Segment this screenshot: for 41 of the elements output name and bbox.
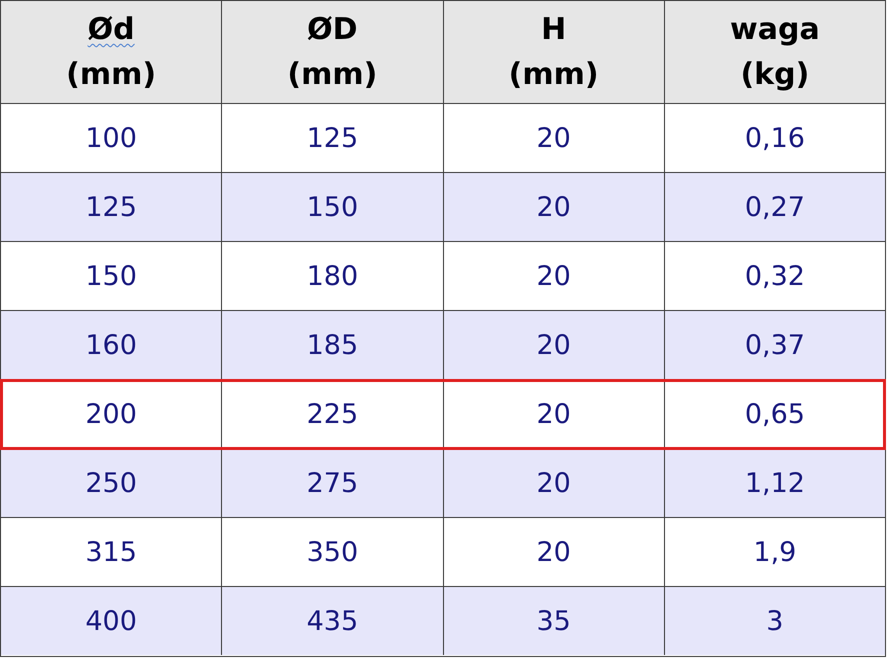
- column-header: ØD (mm): [222, 1, 444, 103]
- table-cell: 20: [444, 449, 665, 517]
- table-row[interactable]: 400 435 35 3: [1, 587, 885, 655]
- column-header: H (mm): [444, 1, 665, 103]
- table-cell: 225: [222, 380, 444, 448]
- table-cell: 100: [1, 104, 222, 172]
- table-cell: 315: [1, 518, 222, 586]
- table-cell: 125: [1, 173, 222, 241]
- table-cell: 250: [1, 449, 222, 517]
- table-row[interactable]: 250 275 20 1,12: [1, 449, 885, 518]
- table-row[interactable]: 100 125 20 0,16: [1, 104, 885, 173]
- table-cell: 180: [222, 242, 444, 310]
- table-cell: 150: [222, 173, 444, 241]
- table-cell: 35: [444, 587, 665, 655]
- table-cell: 20: [444, 380, 665, 448]
- table-cell-text: 0,65: [744, 398, 806, 432]
- table-cell-text: 1,12: [744, 466, 806, 500]
- column-header: Ød (mm): [1, 1, 222, 103]
- table-cell: 20: [444, 242, 665, 310]
- table-cell-text: 0,32: [744, 260, 806, 294]
- table-cell: 400: [1, 587, 222, 655]
- table-cell-text: 0,16: [744, 122, 806, 156]
- table-row[interactable]: 200 225 20 0,65: [1, 380, 885, 449]
- table-cell-text: 0,37: [744, 328, 806, 362]
- table-cell: 20: [444, 173, 665, 241]
- table-cell: 150: [1, 242, 222, 310]
- table-row[interactable]: 125 150 20 0,27: [1, 173, 885, 242]
- table-cell-text: 3: [765, 604, 784, 638]
- table-row[interactable]: 160 185 20 0,37: [1, 311, 885, 380]
- table-cell: 20: [444, 104, 665, 172]
- table-row[interactable]: 315 350 20 1,9: [1, 518, 885, 587]
- column-header: waga (kg): [729, 11, 821, 94]
- table-cell: 20: [444, 518, 665, 586]
- table-cell-text: 0,27: [744, 190, 806, 224]
- table-cell: 200: [1, 380, 222, 448]
- table-cell: 435: [222, 587, 444, 655]
- table-cell: 125: [222, 104, 444, 172]
- table-cell-text: 1,9: [752, 536, 798, 570]
- table-cell: 350: [222, 518, 444, 586]
- table-row[interactable]: 150 180 20 0,32: [1, 242, 885, 311]
- table-cell: 275: [222, 449, 444, 517]
